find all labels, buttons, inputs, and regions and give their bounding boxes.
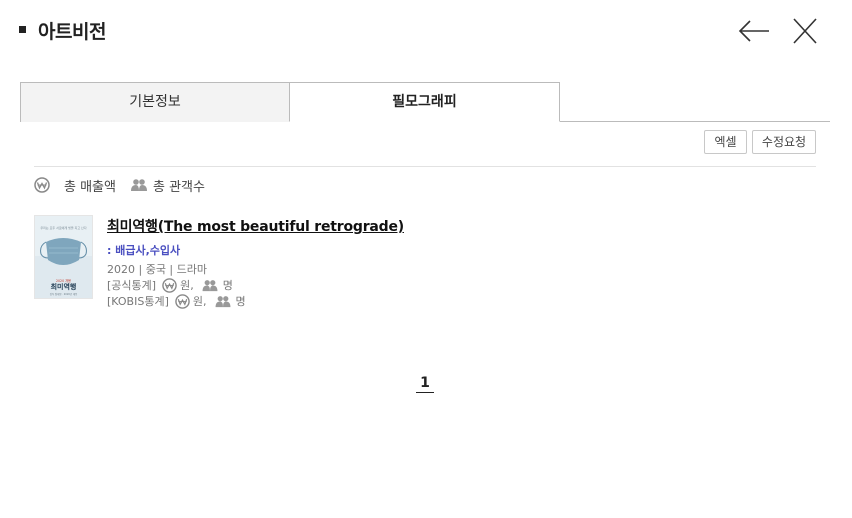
summary-bar: 총 매출액 총 관객수 xyxy=(34,175,205,195)
close-icon[interactable] xyxy=(791,16,819,46)
poster-bottom-text: 감독 정대형 · 2020년 개봉 xyxy=(50,292,78,296)
divider xyxy=(34,166,816,167)
page-number-current[interactable]: 1 xyxy=(416,375,434,393)
people-unit: 명 xyxy=(222,279,233,292)
won-icon xyxy=(162,277,177,293)
back-arrow-icon[interactable] xyxy=(738,15,770,47)
film-company-role: : 배급사,수입사 xyxy=(107,244,181,257)
won-unit: 원, xyxy=(180,279,194,292)
total-audience-label: 총 관객수 xyxy=(152,179,205,195)
people-icon xyxy=(130,178,147,192)
page-title: 아트비전 xyxy=(38,21,106,43)
page-header: 아트비전 xyxy=(0,0,852,62)
won-icon xyxy=(34,177,50,193)
total-sales-label: 총 매출액 xyxy=(64,179,116,195)
excel-button[interactable]: 엑셀 xyxy=(704,130,747,154)
kobis-stats-row: [KOBIS통계] 원, 명 xyxy=(107,293,246,309)
won-unit: 원, xyxy=(192,295,207,308)
film-title-link[interactable]: 최미역행(The most beautiful retrograde) xyxy=(107,216,404,236)
tab-filmography[interactable]: 필모그래피 xyxy=(289,82,560,122)
tab-bar: 기본정보 필모그래피 xyxy=(20,82,830,122)
film-meta: 2020 | 중국 | 드라마 xyxy=(107,263,207,276)
tab-basic-info[interactable]: 기본정보 xyxy=(20,82,290,122)
people-icon xyxy=(202,279,218,292)
people-unit: 명 xyxy=(235,295,246,308)
won-icon xyxy=(175,293,190,309)
pagination: 1 xyxy=(0,372,852,393)
poster-top-text: 우리는 모두 서로에게 빚을 지고 산다 xyxy=(40,225,86,230)
official-stats-row: [공식통계] 원, 명 xyxy=(107,277,233,293)
film-poster[interactable]: 우리는 모두 서로에게 빚을 지고 산다 2020 개봉 최미역행 감독 정대형… xyxy=(34,215,93,299)
people-icon xyxy=(215,295,231,308)
edit-request-button[interactable]: 수정요청 xyxy=(752,130,816,154)
official-stats-label: [공식통계] xyxy=(107,279,157,292)
poster-title-text: 최미역행 xyxy=(51,282,77,291)
kobis-stats-label: [KOBIS통계] xyxy=(107,295,169,308)
title-bullet xyxy=(19,26,26,33)
